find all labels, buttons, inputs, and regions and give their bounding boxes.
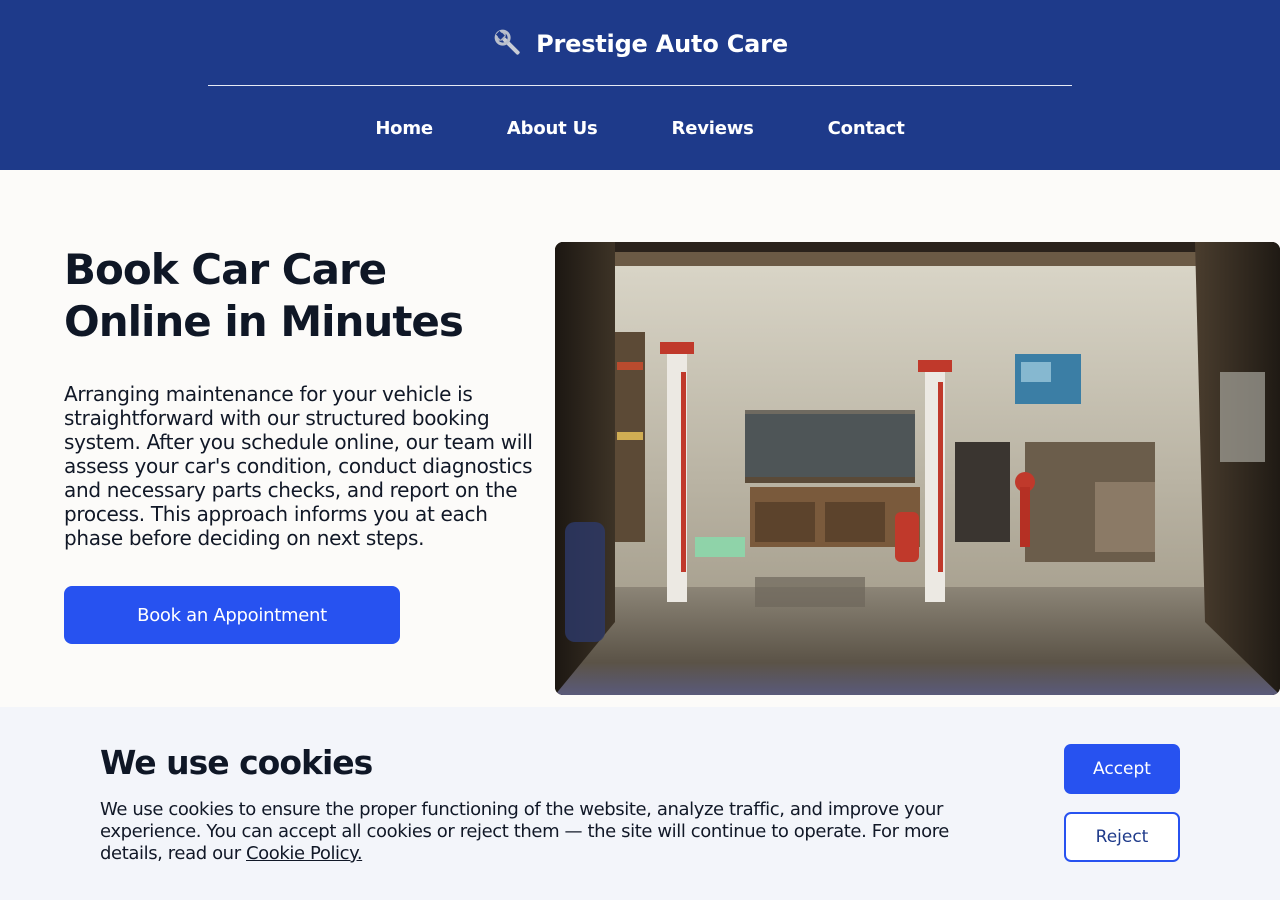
hero-description: Arranging maintenance for your vehicle i… (64, 382, 533, 550)
brand[interactable]: Prestige Auto Care (0, 24, 1280, 64)
cookie-title: We use cookies (100, 743, 373, 782)
cookie-banner: We use cookies We use cookies to ensure … (0, 707, 1280, 900)
main-nav: Home About Us Reviews Contact (0, 112, 1280, 144)
accept-cookies-button[interactable]: Accept (1064, 744, 1180, 794)
nav-link-about-us[interactable]: About Us (507, 118, 598, 139)
cookie-description: We use cookies to ensure the proper func… (100, 799, 1000, 865)
wrench-icon (492, 27, 526, 61)
site-header: Prestige Auto Care Home About Us Reviews… (0, 0, 1280, 170)
nav-link-reviews[interactable]: Reviews (672, 118, 754, 139)
cookie-policy-link[interactable]: Cookie Policy. (246, 843, 363, 864)
reject-cookies-button[interactable]: Reject (1064, 812, 1180, 862)
hero-title: Book Car Care Online in Minutes (64, 245, 464, 346)
book-appointment-button[interactable]: Book an Appointment (64, 586, 400, 644)
garage-photo (555, 242, 1280, 695)
nav-link-home[interactable]: Home (375, 118, 433, 139)
header-divider (208, 85, 1072, 86)
brand-name: Prestige Auto Care (536, 30, 788, 58)
cookie-text: We use cookies to ensure the proper func… (100, 799, 949, 864)
nav-link-contact[interactable]: Contact (828, 118, 905, 139)
